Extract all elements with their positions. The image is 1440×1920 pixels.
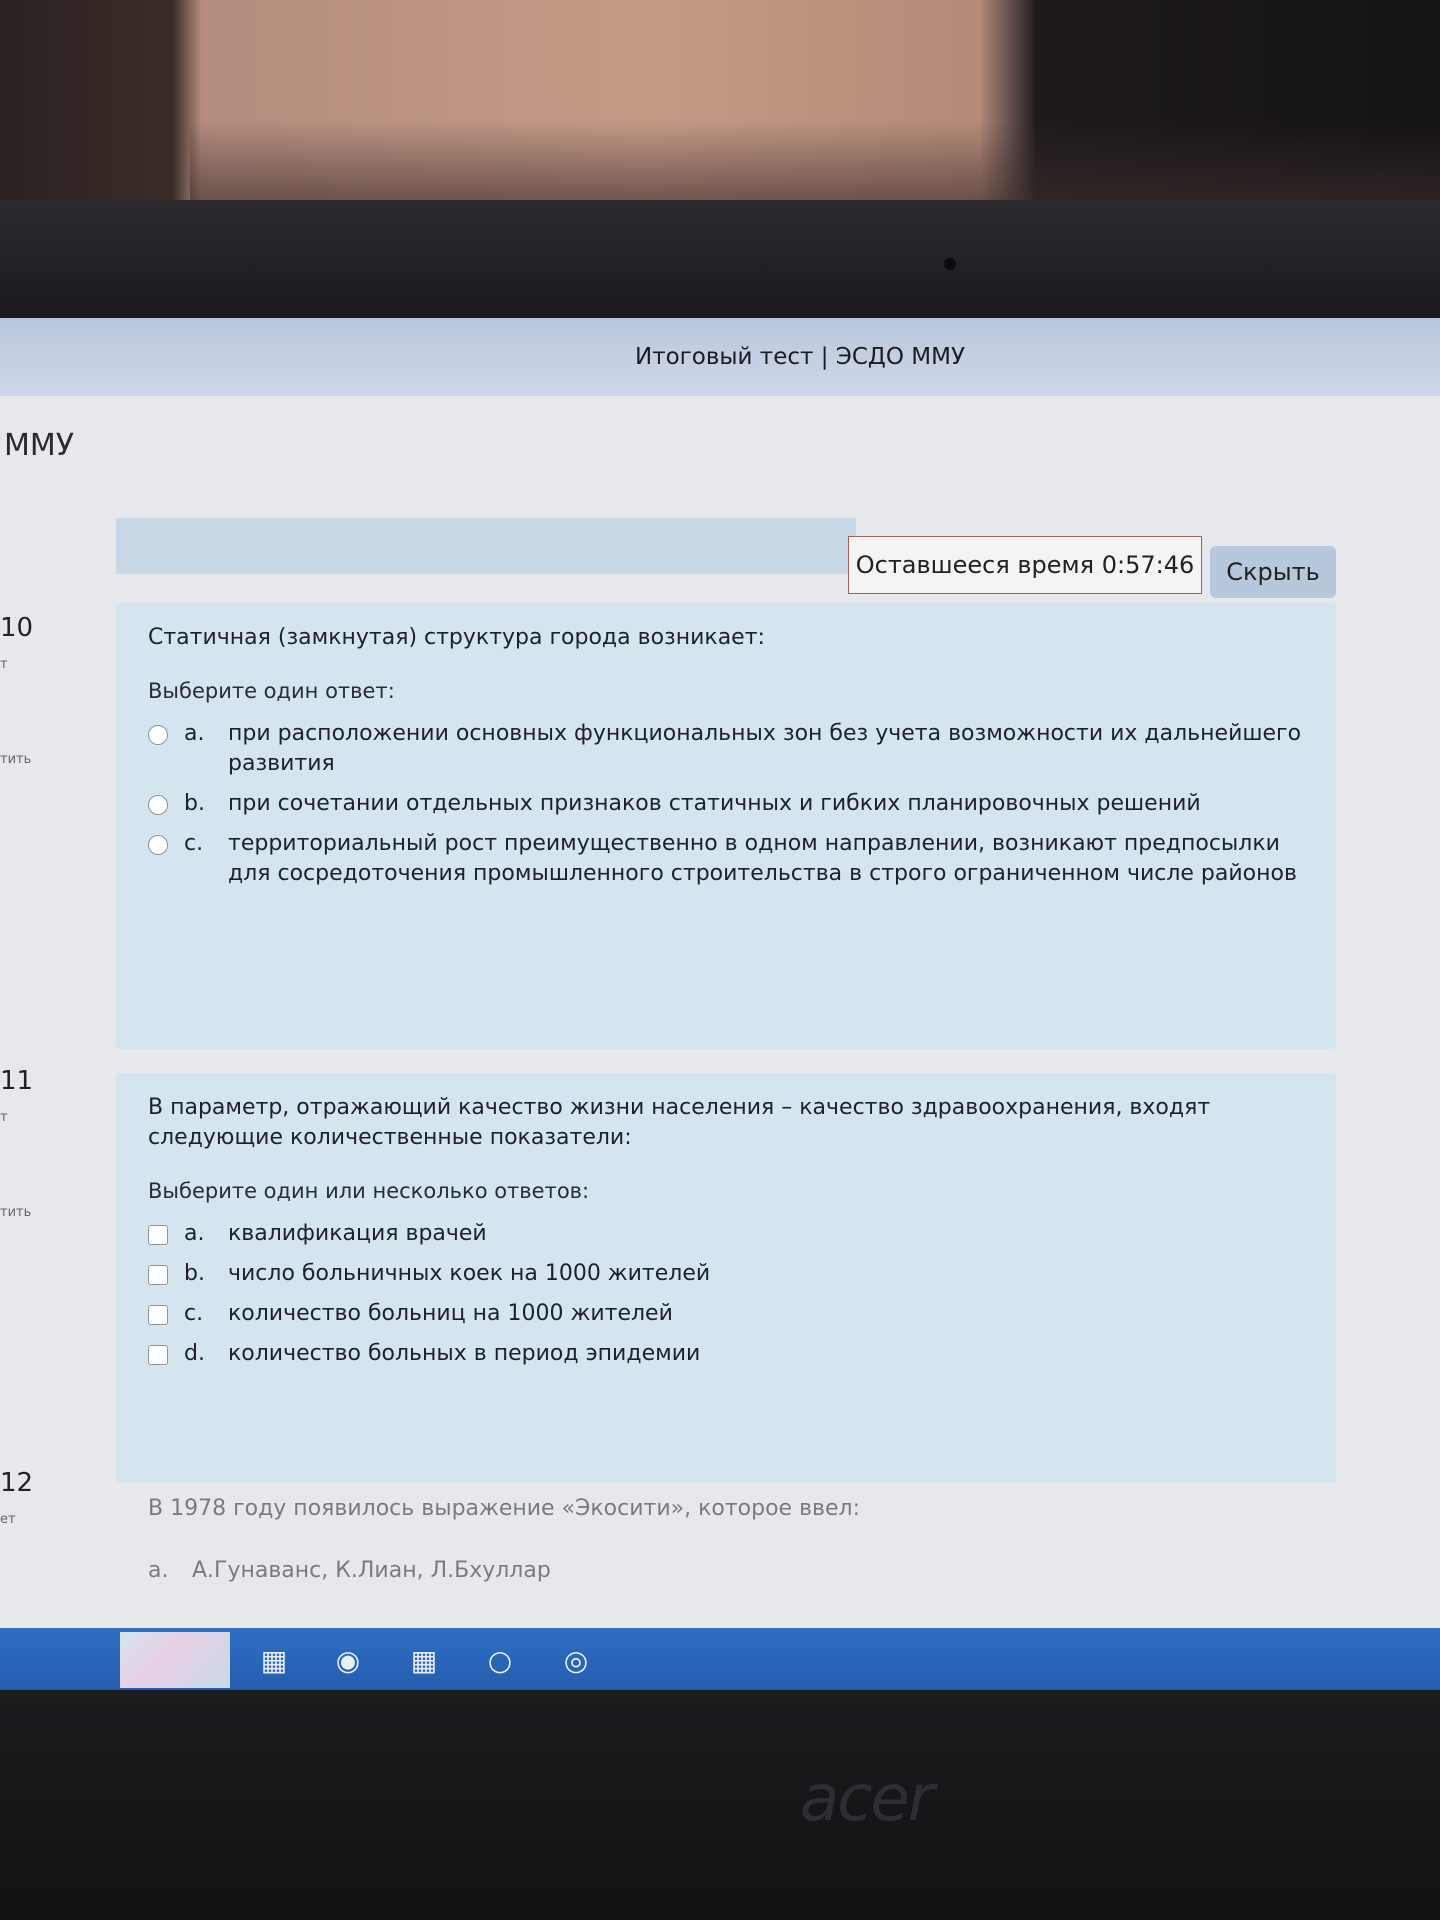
checkbox[interactable]: [148, 1265, 168, 1285]
hide-timer-button[interactable]: Скрыть: [1210, 546, 1336, 598]
answer-text: количество больных в период эпидемии: [228, 1341, 701, 1366]
checkbox[interactable]: [148, 1305, 168, 1325]
answer-option-b[interactable]: b. число больничных коек на 1000 жителей: [148, 1259, 1304, 1289]
answer-option-a[interactable]: a. квалификация врачей: [148, 1219, 1304, 1249]
answer-option-a[interactable]: a. при расположении основных функциональ…: [148, 719, 1304, 779]
question-info-11: 11 т тить: [0, 1066, 76, 1220]
question-10-panel: Статичная (замкнутая) структура города в…: [116, 603, 1336, 1049]
answer-prompt: Выберите один или несколько ответов:: [148, 1179, 590, 1203]
file-explorer-icon[interactable]: ▦: [406, 1643, 442, 1679]
chrome-browser-icon[interactable]: ◎: [558, 1643, 594, 1679]
answer-letter: a.: [184, 1221, 205, 1246]
answer-option-c[interactable]: c. количество больниц на 1000 жителей: [148, 1299, 1304, 1329]
answer-option-b[interactable]: b. при сочетании отдельных признаков ста…: [148, 789, 1304, 819]
question-status: ет: [0, 1512, 16, 1527]
webcam: [944, 258, 956, 270]
answer-list: a. при расположении основных функциональ…: [148, 719, 1304, 889]
question-11-panel: В параметр, отражающий качество жизни на…: [116, 1073, 1336, 1483]
edge-browser-icon[interactable]: ◉: [330, 1643, 366, 1679]
answer-option-a[interactable]: a. А.Гунаванс, К.Лиан, Л.Бхуллар: [148, 1556, 1328, 1586]
question-text: В параметр, отражающий качество жизни на…: [148, 1095, 1211, 1150]
answer-text: при расположении основных функциональных…: [228, 721, 1302, 776]
answer-letter: c.: [184, 831, 204, 856]
start-button[interactable]: [120, 1632, 230, 1688]
answer-text: А.Гунаванс, К.Лиан, Л.Бхуллар: [192, 1558, 551, 1583]
flag-question-link[interactable]: тить: [0, 752, 76, 767]
answer-option-d[interactable]: d. количество больных в период эпидемии: [148, 1339, 1304, 1369]
question-text: В 1978 году появилось выражение «Экосити…: [148, 1496, 861, 1521]
task-view-icon[interactable]: ▦: [256, 1643, 292, 1679]
device-logo: acer: [800, 1762, 934, 1836]
answer-text: количество больниц на 1000 жителей: [228, 1301, 673, 1326]
monitor-top-bezel: [0, 200, 1440, 320]
question-info-12: 12 ет: [0, 1468, 76, 1527]
question-text: Статичная (замкнутая) структура города в…: [148, 625, 765, 650]
window-titlebar: Итоговый тест | ЭСДО ММУ: [0, 318, 1440, 396]
answer-letter: a.: [184, 721, 205, 746]
answer-list: a. квалификация врачей b. число больничн…: [148, 1219, 1304, 1369]
question-number: 12: [0, 1468, 34, 1498]
remaining-time: Оставшееся время 0:57:46: [848, 536, 1202, 594]
window-title: Итоговый тест | ЭСДО ММУ: [635, 344, 965, 370]
answer-option-c[interactable]: c. территориальный рост преимущественно …: [148, 829, 1304, 889]
radio-button[interactable]: [148, 795, 168, 815]
answer-text: территориальный рост преимущественно в о…: [228, 831, 1297, 886]
radio-button[interactable]: [148, 725, 168, 745]
question-info-10: 10 т тить: [0, 613, 76, 767]
answer-letter: c.: [184, 1301, 204, 1326]
answer-text: при сочетании отдельных признаков статич…: [228, 791, 1201, 816]
answer-letter: d.: [184, 1341, 205, 1366]
taskbar: ▦ ◉ ▦ ○ ◎: [0, 1628, 1440, 1690]
flag-question-link[interactable]: тить: [0, 1205, 76, 1220]
answer-letter: a.: [148, 1558, 169, 1583]
site-brand[interactable]: ММУ: [4, 428, 74, 463]
timer-strip: [116, 518, 856, 574]
yandex-browser-icon[interactable]: ○: [482, 1643, 518, 1679]
question-number: 11: [0, 1066, 34, 1096]
question-status: т: [0, 657, 8, 672]
answer-text: квалификация врачей: [228, 1221, 487, 1246]
screen: Итоговый тест | ЭСДО ММУ ММУ Оставшееся …: [0, 318, 1440, 1690]
question-12-panel: В 1978 году появилось выражение «Экосити…: [148, 1494, 1328, 1596]
answer-letter: b.: [184, 791, 205, 816]
radio-button[interactable]: [148, 835, 168, 855]
question-number: 10: [0, 613, 34, 643]
answer-prompt: Выберите один ответ:: [148, 679, 395, 703]
answer-text: число больничных коек на 1000 жителей: [228, 1261, 711, 1286]
checkbox[interactable]: [148, 1225, 168, 1245]
monitor-bottom-bezel: [0, 1690, 1440, 1920]
answer-letter: b.: [184, 1261, 205, 1286]
question-status: т: [0, 1110, 8, 1125]
checkbox[interactable]: [148, 1345, 168, 1365]
